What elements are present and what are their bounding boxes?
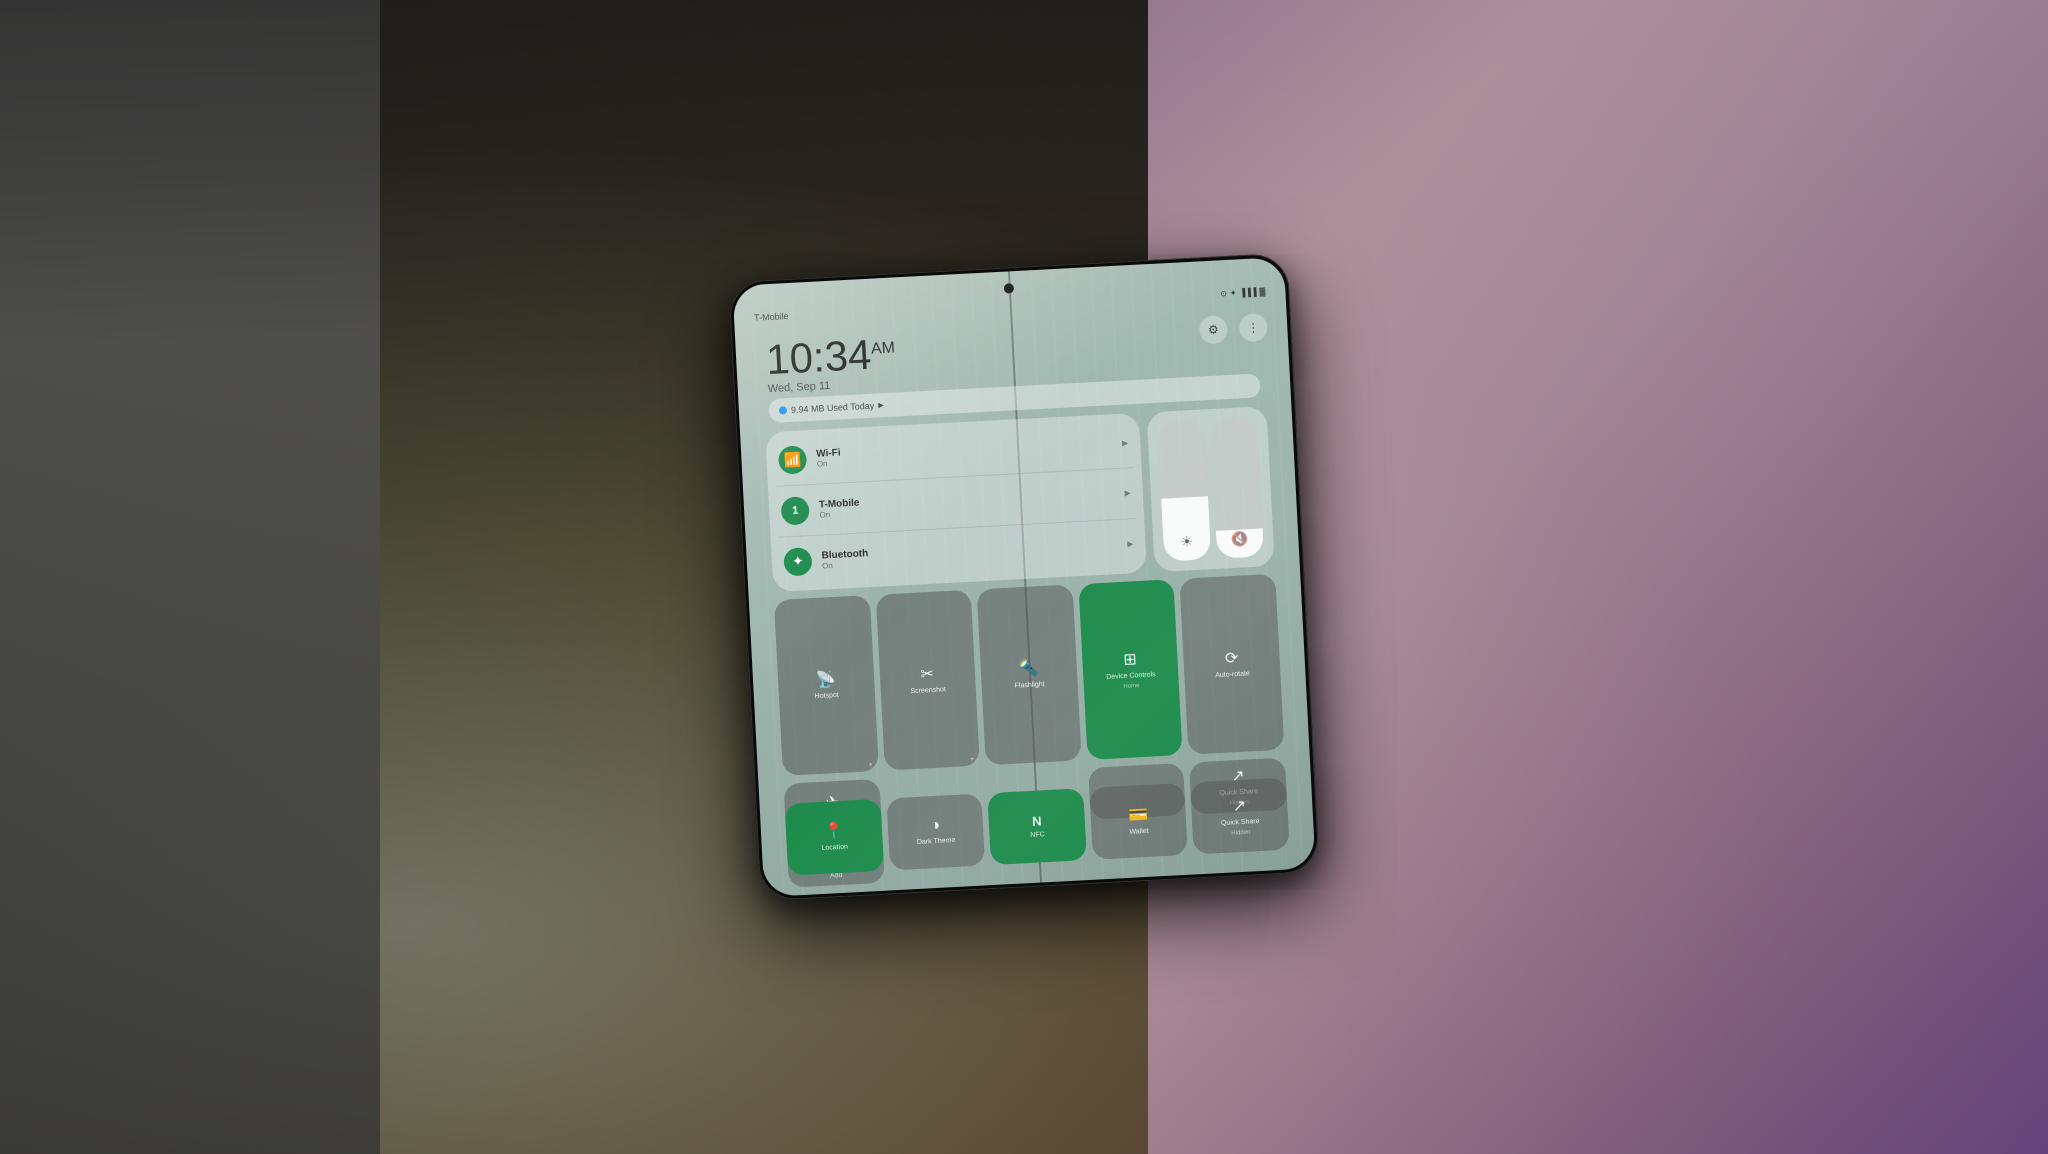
control-panel: 📶 Wi-Fi On ▶ 1 T-Mobile: [765, 406, 1290, 876]
background-left-wall: [0, 0, 380, 1154]
nfc-label: NFC: [1030, 831, 1045, 840]
wifi-text: Wi-Fi On: [816, 448, 841, 469]
time-section: 10:34AM Wed, Sep 11: [765, 332, 897, 395]
device-controls-tile[interactable]: ⊞ Device Controls Home: [1078, 579, 1183, 760]
screenshot-label: Screenshot: [910, 687, 946, 697]
time-display: 10:34AM: [765, 332, 896, 381]
screenshot-icon: ✂: [920, 664, 934, 685]
brightness-icon: ☀: [1180, 533, 1193, 551]
hotspot-label: Hotspot: [815, 692, 840, 702]
brightness-slider[interactable]: ☀: [1157, 419, 1211, 561]
battery-status-icon: ▓: [1259, 286, 1265, 295]
phone-screen: T-Mobile ⊙ ✦ ▐▐▐ ▓ 10:34AM Wed, Sep 11 ⚙…: [732, 257, 1315, 897]
wallet-tile[interactable]: 💳 Wallet: [1089, 783, 1188, 860]
data-usage-label: 9.94 MB Used Today: [791, 401, 875, 415]
status-icons: ⊙ ✦ ▐▐▐ ▓: [1220, 286, 1266, 297]
screenshot-chevron-icon: ▾: [970, 756, 973, 763]
location-label: Location: [821, 844, 848, 854]
hotspot-tile[interactable]: 📡 Hotspot ▾: [774, 595, 879, 776]
bluetooth-text: Bluetooth On: [821, 548, 869, 570]
data-usage-chevron: ▶: [878, 401, 884, 409]
flashlight-icon: 🔦: [1018, 659, 1039, 680]
nfc-tile[interactable]: N NFC: [987, 788, 1086, 865]
quick-share-tile-2[interactable]: ↗ Quick Share Hidden: [1190, 778, 1289, 855]
sliders-section: ☀ 🔇: [1147, 406, 1275, 572]
wallet-label: Wallet: [1129, 828, 1149, 837]
flashlight-tile[interactable]: 🔦 Flashlight: [977, 584, 1082, 765]
top-section: 📶 Wi-Fi On ▶ 1 T-Mobile: [765, 406, 1275, 592]
hotspot-chevron-icon: ▾: [869, 761, 872, 768]
nfc-icon: N: [1032, 813, 1042, 828]
auto-rotate-icon: ⟳: [1225, 648, 1239, 669]
phone-body: T-Mobile ⊙ ✦ ▐▐▐ ▓ 10:34AM Wed, Sep 11 ⚙…: [728, 253, 1320, 901]
tmobile-text: T-Mobile On: [819, 498, 861, 520]
header-icons: ⚙ ⋮: [1199, 313, 1268, 345]
quick-settings-row1: 📡 Hotspot ▾ ✂ Screenshot ▾ 🔦 Flashlight: [774, 574, 1285, 776]
time-value: 10:34: [765, 331, 872, 383]
quick-share-icon-2: ↗: [1232, 795, 1246, 816]
data-dot: [779, 406, 787, 414]
auto-rotate-label: Auto-rotate: [1215, 671, 1250, 681]
bluetooth-chevron-icon: ▶: [1127, 539, 1134, 548]
quick-share-label-2: Quick Share: [1221, 818, 1260, 828]
device-controls-icon: ⊞: [1123, 649, 1137, 670]
hotspot-icon: 📡: [815, 669, 836, 690]
front-camera: [1004, 283, 1015, 294]
volume-slider[interactable]: 🔇: [1210, 417, 1264, 559]
device-controls-label: Device Controls: [1106, 671, 1156, 682]
signal-status-icon: ▐▐▐: [1239, 287, 1256, 297]
time-period: AM: [871, 339, 896, 357]
bluetooth-status: On: [822, 559, 869, 570]
dark-theme-tile[interactable]: ◑ Dark Theme: [886, 794, 985, 871]
quick-share-sublabel-2: Hidden: [1231, 830, 1250, 837]
settings-icon-btn[interactable]: ⚙: [1199, 315, 1228, 344]
screenshot-tile[interactable]: ✂ Screenshot ▾: [875, 590, 980, 771]
wifi-icon: 📶: [778, 446, 807, 475]
carrier-label: T-Mobile: [754, 311, 789, 323]
location-tile[interactable]: 📍 Location: [785, 799, 884, 876]
auto-rotate-tile[interactable]: ⟳ Auto-rotate: [1180, 574, 1285, 755]
wifi-chevron-icon: ▶: [1122, 438, 1129, 447]
location-icon: 📍: [823, 821, 844, 842]
bluetooth-status-icon: ✦: [1230, 288, 1237, 297]
bluetooth-icon: ✦: [783, 547, 812, 576]
toggle-list: 📶 Wi-Fi On ▶ 1 T-Mobile: [765, 413, 1147, 592]
tmobile-icon: 1: [781, 496, 810, 525]
wifi-status-icon: ⊙: [1220, 289, 1227, 298]
wallet-icon: 💳: [1128, 805, 1149, 826]
device-controls-sublabel: Home: [1123, 683, 1139, 690]
phone-device: T-Mobile ⊙ ✦ ▐▐▐ ▓ 10:34AM Wed, Sep 11 ⚙…: [728, 253, 1320, 901]
tmobile-chevron-icon: ▶: [1124, 489, 1131, 498]
flashlight-label: Flashlight: [1015, 681, 1045, 691]
volume-icon: 🔇: [1231, 530, 1249, 548]
dark-theme-label: Dark Theme: [917, 837, 956, 847]
wifi-status: On: [817, 459, 842, 469]
data-usage-text: 9.94 MB Used Today ▶: [779, 400, 884, 415]
brightness-fill: [1161, 496, 1211, 561]
more-options-btn[interactable]: ⋮: [1239, 313, 1268, 342]
dark-theme-icon: ◑: [930, 817, 941, 835]
tmobile-status: On: [819, 508, 860, 519]
